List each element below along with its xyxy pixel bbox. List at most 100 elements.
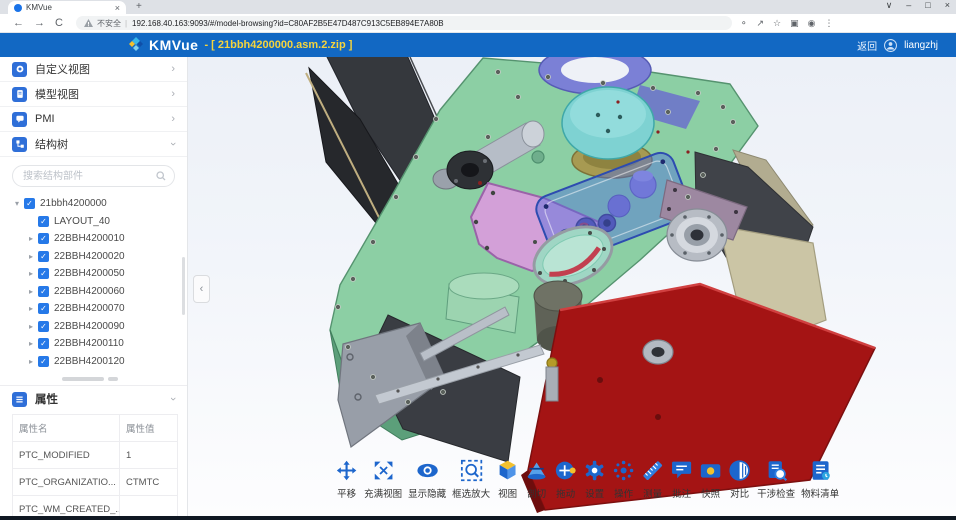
model-view-icon — [12, 87, 27, 102]
tool-interference-check[interactable]: 干涉检查 — [757, 459, 795, 500]
reading-list-icon[interactable]: ▣ — [790, 18, 799, 29]
browser-tab-strip: KMVue × + ∨ – □ × — [0, 0, 956, 14]
tool-label: 快照 — [701, 486, 720, 500]
tool-annotate[interactable]: 批注 — [670, 459, 693, 500]
tree-item[interactable]: ▸✓ 22BBH4200120 — [0, 353, 187, 371]
tree-item[interactable]: ▸✓22BBH4200050 — [0, 265, 187, 283]
tool-drag[interactable]: 拖动 — [554, 459, 577, 500]
interference-check-icon — [765, 459, 788, 482]
model-viewport[interactable]: ‹ 平移充满视图显示隐藏框选放大视图剖切拖动设置操作测量批注快照对比干涉检查物料… — [188, 57, 956, 516]
sidebar-collapse-button[interactable]: ‹ — [193, 275, 210, 303]
tree-checkbox[interactable]: ✓ — [38, 338, 49, 349]
forward-icon[interactable]: → — [34, 17, 45, 29]
search-icon — [156, 171, 166, 181]
tool-label: 批注 — [672, 486, 691, 500]
new-tab-button[interactable]: + — [136, 1, 142, 12]
sidebar-panel-structure-tree[interactable]: 结构树› — [0, 132, 187, 157]
properties-header[interactable]: 属性 › — [0, 386, 187, 412]
tree-item[interactable]: ▸✓ 22BBH4200060 — [0, 283, 187, 301]
cad-model[interactable] — [188, 57, 956, 516]
tree-checkbox[interactable]: ✓ — [38, 286, 49, 297]
tree-caret-icon[interactable]: ▾ — [12, 199, 22, 208]
header-back-button[interactable]: 返回 — [857, 38, 877, 53]
tree-checkbox[interactable]: ✓ — [24, 198, 35, 209]
tool-show-hide[interactable]: 显示隐藏 — [408, 459, 446, 500]
tool-box-zoom[interactable]: 框选放大 — [452, 459, 490, 500]
tree-caret-icon[interactable]: ▸ — [26, 339, 36, 348]
tool-label: 设置 — [585, 486, 604, 500]
app-logo: KMVue - [ 21bbh4200000.asm.2.zip ] — [128, 37, 352, 53]
viewer-toolbar: 平移充满视图显示隐藏框选放大视图剖切拖动设置操作测量批注快照对比干涉检查物料清单 — [335, 459, 839, 500]
tree-caret-icon[interactable]: ▸ — [26, 287, 36, 296]
tool-view-cube[interactable]: 视图 — [496, 459, 519, 500]
property-row: PTC_MODIFIED1 — [13, 442, 178, 469]
sidebar-panel-model-view[interactable]: 模型视图› — [0, 82, 187, 107]
property-value — [120, 496, 178, 517]
property-value: CTMTC — [120, 469, 178, 496]
address-bar[interactable]: 不安全 | 192.168.40.163:9093/#/model-browsi… — [76, 16, 732, 30]
sidebar-panel-pmi[interactable]: PMI› — [0, 107, 187, 132]
tree-checkbox[interactable]: ✓ — [38, 356, 49, 367]
password-key-icon[interactable]: ⚬ — [740, 18, 748, 29]
tool-section[interactable]: 剖切 — [525, 459, 548, 500]
tree-item[interactable]: ▾✓21bbh4200000 — [0, 195, 187, 213]
sidebar-panel-custom-view[interactable]: 自定义视图› — [0, 57, 187, 82]
tree-item[interactable]: ▸✓22BBH4200090 — [0, 318, 187, 336]
horizontal-scrollbar-segment[interactable] — [108, 377, 118, 381]
panel-label: PMI — [35, 113, 171, 125]
tree-checkbox[interactable]: ✓ — [38, 216, 49, 227]
panel-label: 模型视图 — [35, 86, 171, 102]
tab-close-icon[interactable]: × — [115, 3, 120, 13]
tool-pan[interactable]: 平移 — [335, 459, 358, 500]
tree-checkbox[interactable]: ✓ — [38, 251, 49, 262]
tab-title: KMVue — [26, 3, 112, 12]
tree-checkbox[interactable]: ✓ — [38, 268, 49, 279]
tool-settings[interactable]: 设置 — [583, 459, 606, 500]
back-icon[interactable]: ← — [13, 17, 24, 29]
panel-label: 自定义视图 — [35, 61, 171, 77]
tool-operate[interactable]: 操作 — [612, 459, 635, 500]
window-restore-icon[interactable]: □ — [925, 0, 930, 11]
tree-item-label: 22BBH4200060 — [54, 286, 125, 297]
tool-compare[interactable]: 对比 — [728, 459, 751, 500]
tree-caret-icon[interactable]: ▸ — [26, 234, 36, 243]
tree-checkbox[interactable]: ✓ — [38, 233, 49, 244]
browser-menu-icon[interactable]: ⋮ — [825, 18, 834, 29]
bookmark-star-icon[interactable]: ☆ — [773, 18, 781, 29]
search-input[interactable] — [21, 170, 156, 183]
tree-caret-icon[interactable]: ▸ — [26, 304, 36, 313]
browser-toolbar: ← → C 不安全 | 192.168.40.163:9093/#/model-… — [0, 14, 956, 33]
tree-checkbox[interactable]: ✓ — [38, 321, 49, 332]
window-dropdown-icon[interactable]: ∨ — [886, 0, 893, 11]
reload-icon[interactable]: C — [55, 17, 63, 29]
tree-item[interactable]: ✓LAYOUT_40 — [0, 213, 187, 231]
tool-label: 剖切 — [527, 486, 546, 500]
tree-item[interactable]: ▸✓22BBH4200110 — [0, 335, 187, 353]
vertical-scrollbar[interactable] — [182, 257, 185, 315]
tree-item[interactable]: ▸✓22BBH4200070 — [0, 300, 187, 318]
tool-snapshot[interactable]: 快照 — [699, 459, 722, 500]
share-icon[interactable]: ↗ — [757, 18, 765, 29]
window-close-icon[interactable]: × — [945, 0, 950, 11]
tool-bom[interactable]: 物料清单 — [801, 459, 839, 500]
tool-fit-view[interactable]: 充满视图 — [364, 459, 402, 500]
tree-caret-icon[interactable]: ▸ — [26, 357, 36, 366]
tree-caret-icon[interactable]: ▸ — [26, 322, 36, 331]
tree-item-label: 22BBH4200010 — [54, 233, 125, 244]
structure-search-box[interactable] — [12, 165, 175, 187]
tree-item[interactable]: ▸✓22BBH4200020 — [0, 248, 187, 266]
tree-item-label: 22BBH4200120 — [54, 356, 125, 367]
kmvue-logo-icon — [128, 37, 144, 53]
browser-tab[interactable]: KMVue × — [8, 1, 126, 14]
tree-item[interactable]: ▸✓ 22BBH4200010 — [0, 230, 187, 248]
app-header: KMVue - [ 21bbh4200000.asm.2.zip ] 返回 li… — [0, 33, 956, 57]
profile-avatar-icon[interactable]: ◉ — [808, 18, 816, 29]
tool-measure[interactable]: 测量 — [641, 459, 664, 500]
tool-label: 视图 — [498, 486, 517, 500]
tab-favicon-icon — [14, 4, 22, 12]
tree-caret-icon[interactable]: ▸ — [26, 252, 36, 261]
tree-caret-icon[interactable]: ▸ — [26, 269, 36, 278]
horizontal-scrollbar[interactable] — [62, 377, 104, 381]
window-minimize-icon[interactable]: – — [906, 0, 911, 11]
tree-checkbox[interactable]: ✓ — [38, 303, 49, 314]
